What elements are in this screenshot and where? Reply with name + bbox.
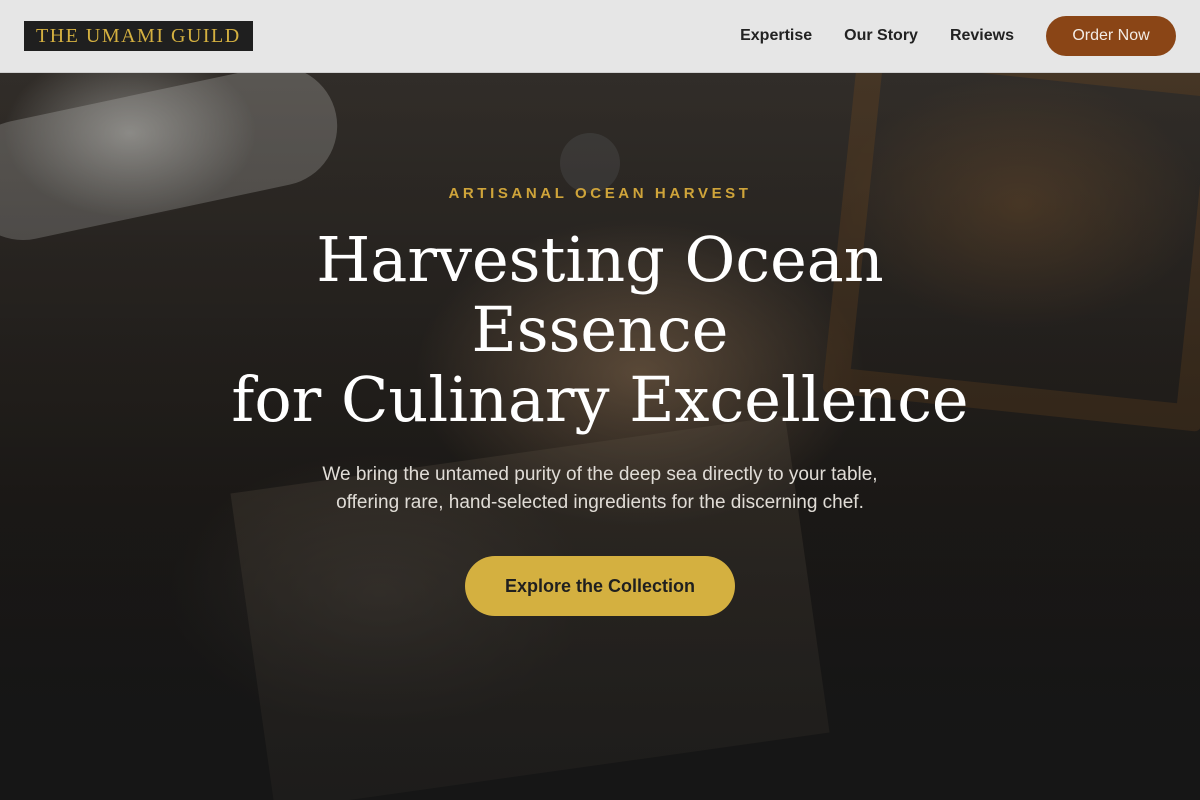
hero-overlay [0, 73, 1200, 800]
hero-headline: Harvesting Ocean Essence for Culinary Ex… [0, 225, 1200, 435]
explore-collection-button[interactable]: Explore the Collection [465, 556, 735, 616]
hero-subtext-line: offering rare, hand-selected ingredients… [336, 492, 864, 513]
hero-section: ARTISANAL OCEAN HARVEST Harvesting Ocean… [0, 73, 1200, 800]
hero-headline-line: for Culinary Excellence [231, 363, 969, 436]
nav-link-reviews[interactable]: Reviews [950, 27, 1014, 45]
site-header: THE UMAMI GUILD Expertise Our Story Revi… [0, 0, 1200, 73]
hero-subtext-line: We bring the untamed purity of the deep … [322, 464, 878, 485]
hero-eyebrow: ARTISANAL OCEAN HARVEST [448, 185, 752, 202]
main-nav: Expertise Our Story Reviews Order Now [740, 16, 1176, 56]
order-now-button[interactable]: Order Now [1046, 16, 1176, 56]
nav-link-our-story[interactable]: Our Story [844, 27, 918, 45]
hero-subtext: We bring the untamed purity of the deep … [0, 461, 1200, 517]
hero-headline-line: Harvesting Ocean [316, 223, 884, 296]
brand-logo[interactable]: THE UMAMI GUILD [24, 21, 253, 51]
nav-link-expertise[interactable]: Expertise [740, 27, 812, 45]
hero-headline-line: Essence [471, 293, 729, 366]
